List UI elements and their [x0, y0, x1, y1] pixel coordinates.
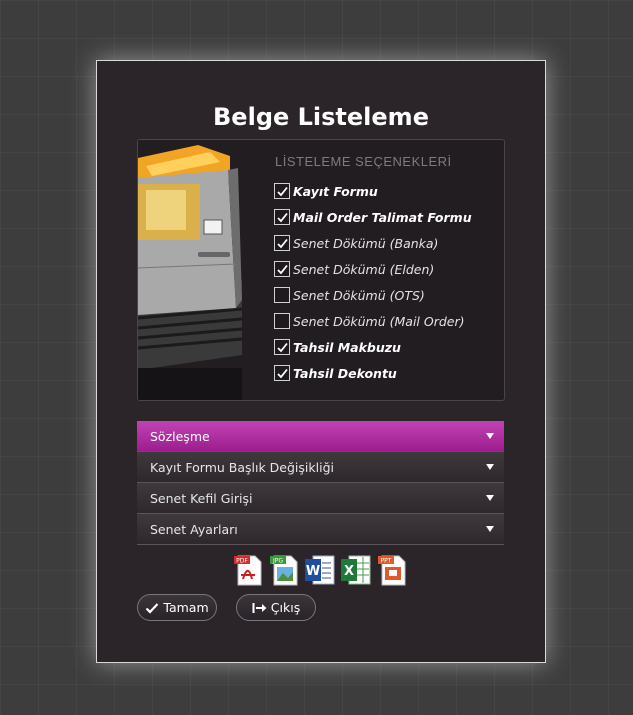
dialog-belge-listeleme: Belge Listeleme LİSTELEME SEÇENEKLERİ Ka…: [96, 60, 546, 663]
export-icons: PDF JPG W X PPT: [231, 553, 411, 587]
exit-button[interactable]: Çıkış: [236, 594, 316, 621]
option-senet-dokumu-banka[interactable]: Senet Dökümü (Banka): [274, 233, 438, 253]
option-label: Tahsil Dekontu: [293, 365, 397, 381]
svg-text:X: X: [344, 564, 354, 579]
pdf-icon[interactable]: PDF: [231, 553, 265, 587]
option-label: Kayıt Formu: [293, 183, 378, 199]
exit-button-label: Çıkış: [270, 600, 301, 615]
accordion-label: Senet Ayarları: [150, 521, 238, 537]
accordion-sozlesme[interactable]: Sözleşme: [137, 421, 504, 452]
checkbox[interactable]: [274, 365, 290, 381]
checkbox[interactable]: [274, 339, 290, 355]
option-senet-dokumu-mail-order[interactable]: Senet Dökümü (Mail Order): [274, 311, 464, 331]
option-label: Mail Order Talimat Formu: [293, 209, 472, 225]
svg-text:PDF: PDF: [236, 558, 248, 565]
ok-button[interactable]: Tamam: [137, 594, 217, 621]
word-icon[interactable]: W: [303, 553, 337, 587]
ppt-icon[interactable]: PPT: [375, 553, 409, 587]
chevron-down-icon: [486, 433, 494, 439]
svg-text:PPT: PPT: [381, 558, 392, 565]
chevron-down-icon: [486, 464, 494, 470]
checkbox[interactable]: [274, 235, 290, 251]
option-label: Tahsil Makbuzu: [293, 339, 401, 355]
accordion-senet-ayarlari[interactable]: Senet Ayarları: [137, 514, 504, 545]
listing-options-panel: LİSTELEME SEÇENEKLERİ Kayıt Formu Mail O…: [137, 139, 505, 401]
option-label: Senet Dökümü (Mail Order): [293, 313, 465, 329]
excel-icon[interactable]: X: [339, 553, 373, 587]
option-kayit-formu[interactable]: Kayıt Formu: [274, 181, 378, 201]
svg-text:W: W: [306, 564, 320, 579]
dialog-title: Belge Listeleme: [213, 103, 429, 131]
option-tahsil-dekontu[interactable]: Tahsil Dekontu: [274, 363, 397, 383]
option-senet-dokumu-ots[interactable]: Senet Dökümü (OTS): [274, 285, 425, 305]
sign-out-icon: [252, 602, 267, 614]
option-senet-dokumu-elden[interactable]: Senet Dökümü (Elden): [274, 259, 434, 279]
checkbox[interactable]: [274, 261, 290, 277]
ok-button-label: Tamam: [163, 600, 209, 615]
option-mail-order-talimat-formu[interactable]: Mail Order Talimat Formu: [274, 207, 472, 227]
accordion-senet-kefil-girisi[interactable]: Senet Kefil Girişi: [137, 483, 504, 514]
jpg-icon[interactable]: JPG: [267, 553, 301, 587]
option-label: Senet Dökümü (Elden): [293, 261, 435, 277]
accordion-kayit-formu-baslik[interactable]: Kayıt Formu Başlık Değişikliği: [137, 452, 504, 483]
option-label: Senet Dökümü (OTS): [293, 287, 425, 303]
checkbox[interactable]: [274, 313, 290, 329]
accordion-label: Kayıt Formu Başlık Değişikliği: [150, 459, 334, 475]
checkbox[interactable]: [274, 209, 290, 225]
settings-accordion: Sözleşme Kayıt Formu Başlık Değişikliği …: [137, 421, 504, 545]
chevron-down-icon: [486, 495, 494, 501]
accordion-label: Sözleşme: [150, 428, 210, 444]
accordion-label: Senet Kefil Girişi: [150, 490, 253, 506]
checkbox[interactable]: [274, 183, 290, 199]
option-label: Senet Dökümü (Banka): [293, 235, 439, 251]
checkmark-icon: [145, 602, 159, 614]
file-cabinet-illustration: [138, 140, 242, 400]
options-header: LİSTELEME SEÇENEKLERİ: [275, 154, 452, 169]
checkbox[interactable]: [274, 287, 290, 303]
svg-text:JPG: JPG: [272, 558, 283, 565]
option-tahsil-makbuzu[interactable]: Tahsil Makbuzu: [274, 337, 401, 357]
chevron-down-icon: [486, 526, 494, 532]
